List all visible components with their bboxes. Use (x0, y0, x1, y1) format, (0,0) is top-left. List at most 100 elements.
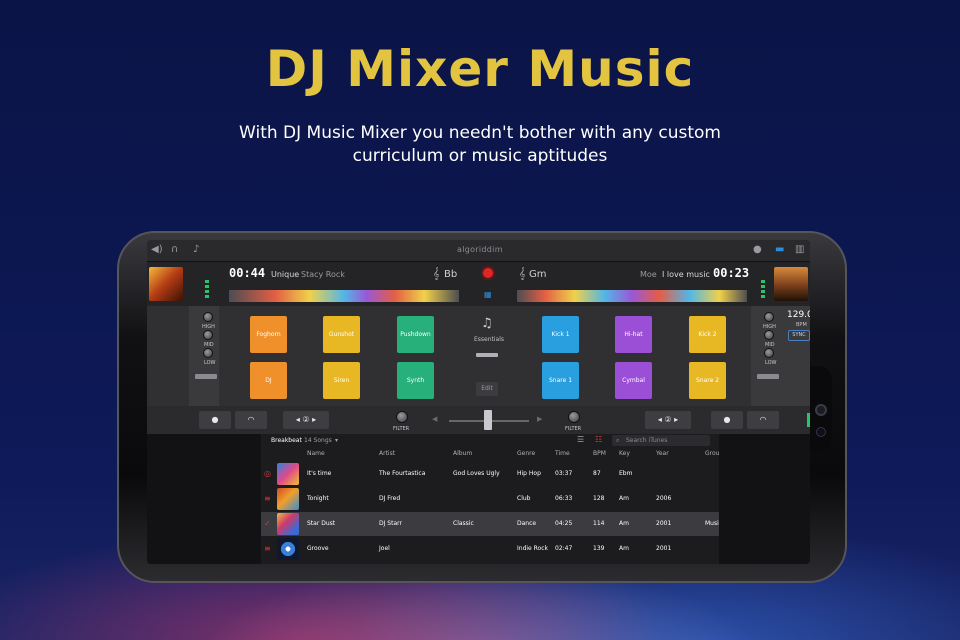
col-key[interactable]: Key (619, 450, 630, 457)
col-album[interactable]: Album (453, 450, 472, 457)
deck-left-play-button[interactable]: ● (199, 411, 231, 429)
eq-low-right-label: LOW (765, 360, 777, 366)
pad-gunshot[interactable]: Gunshot (323, 316, 360, 353)
deck-right-level-meter (761, 280, 765, 300)
deck-left-loop-stepper[interactable]: ◂ ② ▸ (283, 411, 329, 429)
pad-kick-2[interactable]: Kick 2 (689, 316, 726, 353)
row-year: 2006 (656, 495, 672, 502)
row-name: It's time (307, 470, 332, 477)
pad-snare-2[interactable]: Snare 2 (689, 362, 726, 399)
playlist-chevron-down-icon[interactable]: ▾ (335, 437, 338, 444)
table-row[interactable]: ≡ Groove Joel Indie Rock 02:47 139 Am 20… (261, 537, 719, 561)
deck-right-key: Gm (529, 269, 547, 280)
row-name: Star Dust (307, 520, 336, 527)
settings-icon[interactable]: ● (753, 244, 762, 255)
microphone-icon[interactable]: ♪ (193, 244, 199, 255)
headphones-icon[interactable]: ∩ (171, 244, 178, 255)
sync-button[interactable]: SYNC (788, 330, 810, 341)
pad-snare-1[interactable]: Snare 1 (542, 362, 579, 399)
col-bpm[interactable]: BPM (593, 450, 606, 457)
deck-left-artist: Stacy Rock (301, 270, 345, 279)
edit-button[interactable]: Edit (476, 382, 498, 396)
playlist-name[interactable]: Breakbeat (271, 437, 302, 444)
pad-synth[interactable]: Synth (397, 362, 434, 399)
row-time: 04:25 (555, 520, 573, 527)
row-artist: Joel (379, 545, 390, 552)
brand-logo: algoriddim (457, 245, 503, 254)
bpm-unit: BPM (796, 322, 807, 328)
camera-lens-icon (815, 404, 827, 416)
row-name: Groove (307, 545, 329, 552)
mixer-view-icon[interactable]: ▥ (795, 244, 804, 255)
deck-right-title: I love music (662, 270, 710, 279)
music-note-icon[interactable]: ♫ (481, 316, 493, 331)
track-thumbnail (277, 513, 299, 535)
row-key: Am (619, 545, 629, 552)
eq-mid-right-knob[interactable] (764, 330, 774, 340)
table-row[interactable]: ◎ It's time The Fourtastica God Loves Ug… (261, 462, 719, 486)
row-group: Musi (705, 520, 719, 527)
eq-high-left-knob[interactable] (203, 312, 213, 322)
list-view-icon[interactable]: ☰ (577, 435, 584, 444)
pad-dj[interactable]: DJ (250, 362, 287, 399)
pad-pushdown[interactable]: Pushdown (397, 316, 434, 353)
col-name[interactable]: Name (307, 450, 325, 457)
crossfader-right-arrow-icon: ▶ (537, 415, 543, 423)
search-input[interactable]: ⌕ Search iTunes (612, 435, 710, 446)
right-volume-fader[interactable] (757, 374, 779, 379)
filter-list-icon[interactable]: ☷ (595, 435, 602, 444)
col-artist[interactable]: Artist (379, 450, 395, 457)
row-album: God Loves Ugly (453, 470, 500, 477)
pad-foghorn[interactable]: Foghorn (250, 316, 287, 353)
col-time[interactable]: Time (555, 450, 570, 457)
pad-siren[interactable]: Siren (323, 362, 360, 399)
search-icon: ⌕ (616, 437, 620, 444)
eq-low-right-knob[interactable] (764, 348, 774, 358)
camera-sensor-icon (816, 427, 826, 437)
track-thumbnail (277, 488, 299, 510)
eq-high-right-knob[interactable] (764, 312, 774, 322)
headline: DJ Mixer Music (265, 40, 695, 98)
row-key: Ebm (619, 470, 633, 477)
deck-right-play-button[interactable]: ● (711, 411, 743, 429)
col-group[interactable]: Grou (705, 450, 719, 457)
checkmark-icon: ✓ (264, 519, 271, 528)
deck-left-waveform[interactable] (229, 290, 459, 302)
row-bpm: 139 (593, 545, 605, 552)
deck-right-cue-button[interactable]: ◠ (747, 411, 779, 429)
center-fader[interactable] (476, 353, 498, 357)
filter-left-knob[interactable] (396, 411, 408, 423)
layout-toggle-icon[interactable]: ▬ (775, 244, 784, 255)
grid-icon[interactable]: ▦ (484, 290, 492, 299)
search-placeholder: Search iTunes (626, 437, 668, 444)
pad-kick-1[interactable]: Kick 1 (542, 316, 579, 353)
deck-left-artwork[interactable] (149, 267, 183, 301)
deck-left-level-meter (205, 280, 209, 300)
record-button[interactable] (481, 266, 495, 280)
speaker-icon[interactable]: ◀) (151, 244, 163, 255)
deck-right-loop-stepper[interactable]: ◂ ② ▸ (645, 411, 691, 429)
pad-hi-hat[interactable]: Hi-hat (615, 316, 652, 353)
deck-right-key-icon: 𝄞 (519, 267, 526, 280)
eq-mid-left-knob[interactable] (203, 330, 213, 340)
table-row-selected[interactable]: ✓ Star Dust DJ Starr Classic Dance 04:25… (261, 512, 719, 536)
app-screen: ◀) ∩ ♪ algoriddim ● ▬ ▥ 00:44 Unique Sta… (147, 240, 810, 564)
row-genre: Indie Rock (517, 545, 548, 552)
col-year[interactable]: Year (656, 450, 669, 457)
deck-right-waveform[interactable] (517, 290, 747, 302)
pad-cymbal[interactable]: Cymbal (615, 362, 652, 399)
filter-right-knob[interactable] (568, 411, 580, 423)
now-playing-icon: ◎ (264, 469, 271, 478)
deck-right-artwork[interactable] (774, 267, 808, 301)
row-year: 2001 (656, 520, 672, 527)
eq-low-left-knob[interactable] (203, 348, 213, 358)
crossfader-handle[interactable] (484, 410, 492, 430)
deck-left-cue-button[interactable]: ◠ (235, 411, 267, 429)
filter-left-label: FILTER (393, 426, 410, 432)
track-thumbnail (277, 463, 299, 485)
left-volume-fader[interactable] (195, 374, 217, 379)
col-genre[interactable]: Genre (517, 450, 535, 457)
table-row[interactable]: ≡ Tonight DJ Fred Club 06:33 128 Am 2006 (261, 487, 719, 511)
row-name: Tonight (307, 495, 329, 502)
row-artist: The Fourtastica (379, 470, 426, 477)
